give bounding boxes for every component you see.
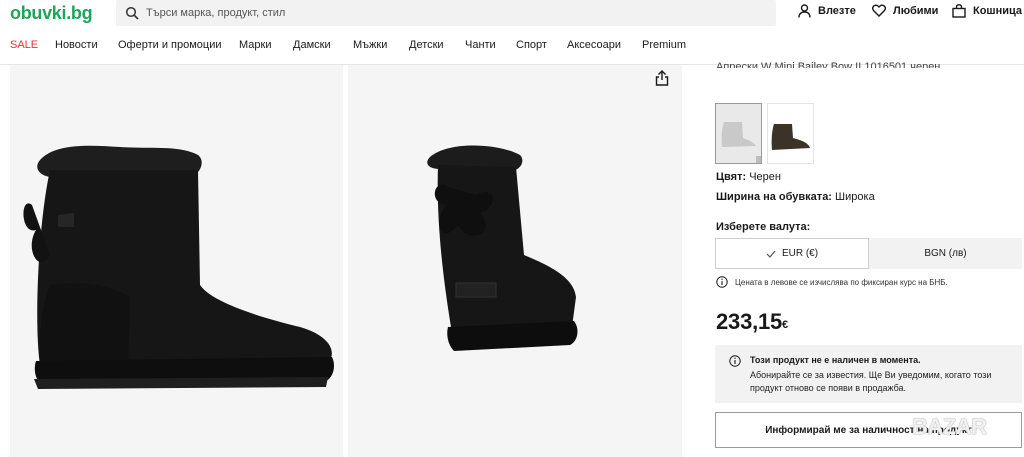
- product-price: 233,15: [716, 309, 783, 334]
- width-spec-label: Ширина на обувката:: [716, 191, 832, 203]
- nav-item-women[interactable]: Дамски: [293, 39, 331, 51]
- nav-item-sport[interactable]: Спорт: [516, 39, 547, 51]
- nav-item-offers[interactable]: Оферти и промоции: [118, 39, 222, 51]
- nav-item-men[interactable]: Мъжки: [353, 39, 387, 51]
- product-photo-back[interactable]: [348, 65, 682, 457]
- color-spec-label: Цвят:: [716, 171, 747, 183]
- currency-eur-label: EUR (€): [781, 248, 819, 259]
- width-spec: Ширина на обувката: Широка: [716, 191, 875, 203]
- cart-label: Кошница: [973, 5, 1023, 17]
- info-icon: [729, 355, 741, 367]
- user-icon: [798, 4, 811, 18]
- heart-icon: [872, 4, 886, 17]
- currency-eur-button[interactable]: EUR (€): [715, 238, 869, 269]
- nav-item-new[interactable]: Новости: [55, 39, 98, 51]
- availability-text: Абонирайте се за известия. Ще Ви уведоми…: [750, 370, 992, 393]
- color-spec-value: Черен: [749, 171, 781, 183]
- login-link[interactable]: Влезте: [798, 4, 856, 18]
- search-icon: [125, 6, 139, 20]
- boot-back-image: [427, 145, 578, 351]
- main-navigation: SALE Новости Оферти и промоции Марки Дам…: [0, 36, 1024, 56]
- login-label: Влезте: [818, 5, 856, 17]
- info-icon: [716, 276, 728, 288]
- cart-link[interactable]: Кошница: [952, 4, 1022, 18]
- favorites-label: Любими: [893, 4, 939, 17]
- boot-thumbnail-brown: [771, 124, 810, 150]
- nav-item-brands[interactable]: Марки: [239, 39, 271, 51]
- nav-item-sale[interactable]: SALE: [10, 39, 38, 51]
- search-input[interactable]: [146, 0, 766, 26]
- checkmark-icon: [766, 250, 776, 258]
- logo[interactable]: obuvki.bg: [10, 3, 93, 24]
- currency-bgn-label: BGN (лв): [924, 248, 967, 259]
- color-variant-thumb-selected[interactable]: [715, 103, 762, 164]
- shopping-bag-icon: [952, 4, 966, 18]
- color-variant-thumb-brown[interactable]: [767, 103, 814, 164]
- boot-side-image: [23, 145, 335, 389]
- currency-prompt: Изберете валута:: [716, 221, 811, 233]
- product-photo-side[interactable]: [10, 65, 343, 457]
- notify-availability-button[interactable]: Информирай ме за наличност на продукт: [715, 412, 1022, 448]
- nav-item-premium[interactable]: Premium: [642, 39, 686, 51]
- nav-item-accessories[interactable]: Аксесоари: [567, 39, 621, 51]
- share-icon[interactable]: [655, 70, 669, 86]
- currency-bgn-button[interactable]: BGN (лв): [869, 238, 1022, 269]
- boot-thumbnail: [721, 122, 761, 163]
- price-currency: €: [782, 319, 789, 331]
- nav-item-bags[interactable]: Чанти: [465, 39, 496, 51]
- color-spec: Цвят: Черен: [716, 171, 781, 183]
- bnb-rate-note: Цената в левове се изчислява по фиксиран…: [716, 276, 948, 288]
- favorites-link[interactable]: Любими: [872, 4, 938, 17]
- search-bar[interactable]: [116, 0, 776, 26]
- bnb-rate-text: Цената в левове се изчислява по фиксиран…: [735, 277, 948, 287]
- product-title: Апрески W Mini Bailey Bow II 1016501 чер…: [716, 61, 941, 68]
- nav-item-kids[interactable]: Детски: [409, 39, 444, 51]
- top-bar: obuvki.bg Влезте Любими Кошница: [0, 0, 1024, 26]
- availability-notice: Този продукт не е наличен в момента. Або…: [715, 345, 1022, 403]
- width-spec-value: Широка: [835, 191, 875, 203]
- availability-title: Този продукт не е наличен в момента.: [750, 355, 921, 365]
